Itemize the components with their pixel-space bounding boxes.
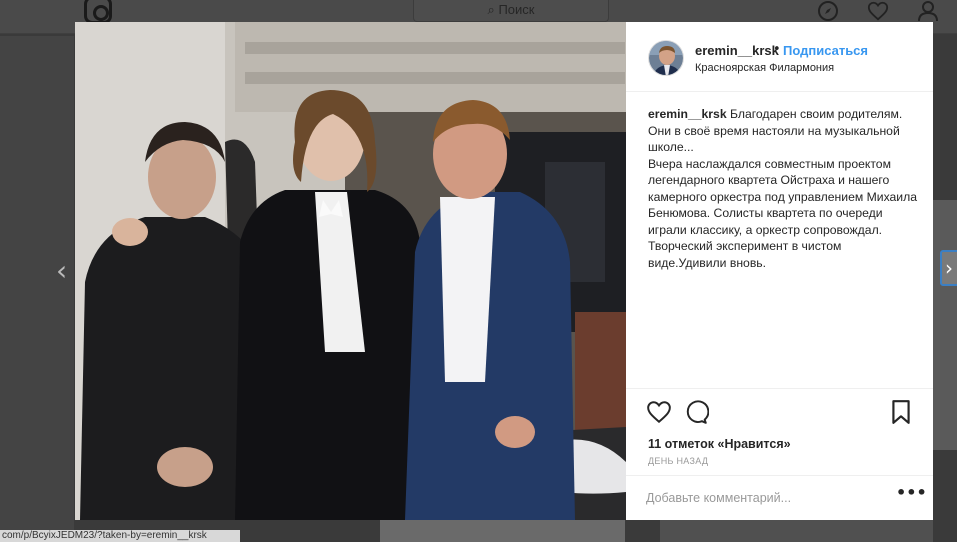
prev-post-arrow-icon[interactable]: ‹: [56, 254, 67, 287]
comment-input[interactable]: [646, 488, 886, 508]
post-photo[interactable]: [75, 22, 626, 520]
post-timestamp[interactable]: День назад: [648, 456, 708, 466]
background-thumbnail: [660, 520, 933, 542]
comment-bubble-icon[interactable]: [683, 399, 710, 425]
profile-icon[interactable]: [917, 0, 939, 22]
instagram-logo-icon[interactable]: [84, 0, 112, 24]
post-location[interactable]: Красноярская Филармония: [695, 62, 834, 74]
next-arrow-icon: ›: [945, 256, 953, 280]
post-username[interactable]: eremin__krsk: [695, 43, 779, 58]
background-thumbnail: [380, 520, 625, 542]
post-sidebar: eremin__krsk • Подписаться Красноярская …: [626, 22, 933, 520]
comment-section: •••: [626, 475, 933, 521]
background-thumbnail: [933, 200, 957, 450]
post-header: eremin__krsk • Подписаться Красноярская …: [626, 22, 933, 92]
photo-illustration: [75, 22, 626, 520]
next-post-button[interactable]: ›: [940, 250, 957, 286]
compass-icon[interactable]: [817, 0, 839, 22]
caption-username[interactable]: eremin__krsk: [648, 107, 727, 121]
search-input[interactable]: ⌕ Поиск: [413, 0, 609, 22]
search-placeholder: Поиск: [498, 2, 535, 17]
separator-dot: •: [773, 42, 781, 57]
post-actions: 11 отметок «Нравится» День назад •••: [626, 388, 933, 520]
bookmark-icon[interactable]: [888, 399, 914, 425]
follow-button[interactable]: Подписаться: [783, 43, 868, 58]
like-heart-icon[interactable]: [646, 399, 672, 425]
more-options-button[interactable]: •••: [896, 485, 927, 504]
search-icon: ⌕: [487, 2, 495, 17]
heart-icon[interactable]: [867, 0, 889, 22]
avatar[interactable]: [648, 40, 684, 76]
status-url: com/p/BcyixJEDM23/?taken-by=eremin__krsk: [0, 530, 240, 542]
likes-count[interactable]: 11 отметок «Нравится»: [648, 437, 791, 451]
caption-text-continued: Вчера наслаждался совместным проектом ле…: [648, 156, 917, 270]
post-caption: eremin__krsk Благодарен своим родителям.…: [648, 106, 918, 271]
